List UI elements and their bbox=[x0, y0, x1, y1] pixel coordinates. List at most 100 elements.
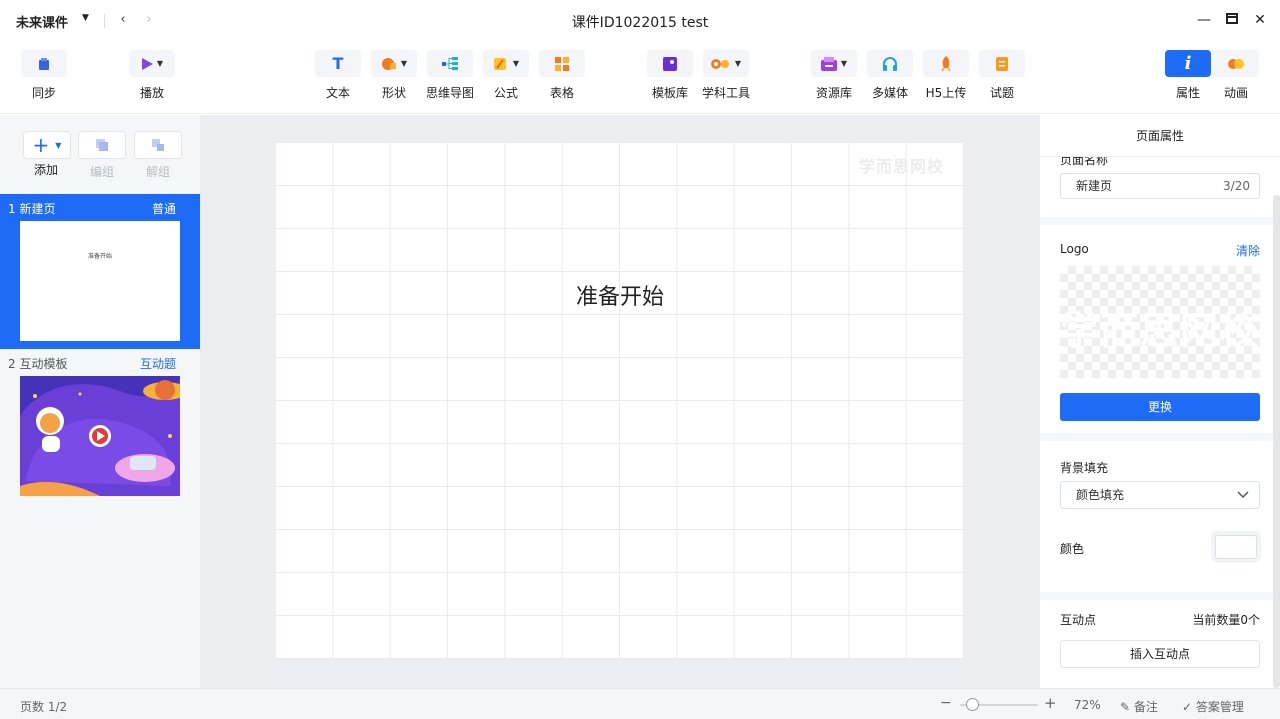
page-name-value: 新建页 bbox=[1076, 179, 1113, 193]
ungroup-icon bbox=[152, 139, 164, 151]
hotspot-label: 互动点 bbox=[1060, 613, 1097, 627]
answer-management-label: 答案管理 bbox=[1195, 700, 1244, 714]
subject-tools-icon bbox=[710, 58, 729, 69]
slide-type-badge: 普通 bbox=[151, 202, 176, 216]
shape-button[interactable]: ▼ 形状 bbox=[368, 50, 420, 110]
mindmap-label: 思维导图 bbox=[425, 86, 474, 100]
canvas-area: 学而思网校 准备开始 bbox=[200, 115, 1040, 688]
char-count: 3/20 bbox=[1223, 179, 1250, 193]
slide-title: 2 互动模板 bbox=[8, 357, 68, 371]
subject-tools-label: 学科工具 bbox=[701, 86, 750, 100]
chevron-down-icon[interactable]: ▼ bbox=[841, 59, 847, 68]
sync-icon bbox=[39, 57, 49, 70]
text-label: 文本 bbox=[325, 86, 350, 100]
thumbnail-text: 准备开始 bbox=[87, 253, 112, 260]
chevron-down-icon[interactable]: ▼ bbox=[735, 59, 741, 68]
resources-icon bbox=[820, 56, 837, 71]
sync-button[interactable]: 同步 bbox=[18, 50, 70, 110]
h5-upload-button[interactable]: H5上传 bbox=[920, 50, 972, 110]
quiz-button[interactable]: 试题 bbox=[976, 50, 1028, 110]
formula-button[interactable]: ▼ 公式 bbox=[480, 50, 532, 110]
scrollbar[interactable] bbox=[1273, 195, 1280, 688]
maximize-icon[interactable] bbox=[1222, 10, 1242, 30]
multimedia-button[interactable]: 多媒体 bbox=[864, 50, 916, 110]
group-label: 编组 bbox=[89, 165, 114, 179]
replace-logo-button[interactable]: 更换 bbox=[1060, 393, 1260, 421]
zoom-level: 72% bbox=[1074, 698, 1101, 712]
add-label: 添加 bbox=[33, 163, 58, 177]
zoom-in-icon[interactable]: + bbox=[1044, 694, 1057, 712]
mindmap-button[interactable]: 思维导图 bbox=[424, 50, 476, 110]
canvas-text[interactable]: 准备开始 bbox=[276, 279, 964, 311]
h5-upload-label: H5上传 bbox=[925, 86, 967, 100]
panel-title: 页面属性 bbox=[1040, 115, 1280, 157]
zoom-out-icon[interactable]: − bbox=[940, 695, 952, 711]
logo-clear-link[interactable]: 清除 bbox=[1236, 242, 1260, 259]
shape-icon bbox=[381, 57, 396, 70]
minimize-icon[interactable]: — bbox=[1194, 10, 1214, 30]
close-icon[interactable]: ✕ bbox=[1250, 10, 1270, 30]
bg-fill-label: 背景填充 bbox=[1060, 461, 1109, 475]
shape-label: 形状 bbox=[381, 86, 406, 100]
insert-hotspot-button[interactable]: 插入互动点 bbox=[1060, 640, 1260, 668]
table-button[interactable]: 表格 bbox=[536, 50, 588, 110]
multimedia-label: 多媒体 bbox=[871, 86, 908, 100]
title-bar: 未来课件 ▼ ‹ › 课件ID1022015 test — ✕ bbox=[0, 0, 1280, 42]
page-name-input[interactable]: 新建页 3/20 bbox=[1060, 173, 1260, 199]
text-button[interactable]: T 文本 bbox=[312, 50, 364, 110]
ungroup-button[interactable] bbox=[134, 131, 182, 159]
table-label: 表格 bbox=[549, 86, 574, 100]
rocket-icon bbox=[941, 55, 951, 72]
play-button[interactable]: ▼ 播放 bbox=[126, 50, 178, 110]
formula-label: 公式 bbox=[493, 86, 518, 100]
hotspot-count: 当前数量0个 bbox=[1192, 613, 1260, 627]
play-icon bbox=[141, 57, 153, 70]
notes-label: 备注 bbox=[1133, 700, 1158, 714]
logo-preview: 学而思网校 bbox=[1060, 266, 1260, 378]
bg-fill-value: 颜色填充 bbox=[1076, 488, 1125, 502]
slide-item-2[interactable]: 2 互动模板 互动题 bbox=[0, 349, 200, 499]
notes-button[interactable]: ✎ 备注 bbox=[1120, 698, 1158, 715]
page-count: 页数 1/2 bbox=[20, 700, 68, 714]
color-swatch[interactable] bbox=[1215, 535, 1257, 559]
answer-management-button[interactable]: ✓ 答案管理 bbox=[1182, 698, 1244, 715]
template-icon bbox=[663, 56, 677, 71]
watermark: 学而思网校 bbox=[858, 157, 944, 176]
animation-button[interactable]: 动画 bbox=[1210, 50, 1262, 110]
slide-canvas[interactable]: 学而思网校 准备开始 bbox=[276, 143, 964, 659]
subject-tools-button[interactable]: ▼ 学科工具 bbox=[700, 50, 752, 110]
formula-icon bbox=[493, 57, 506, 70]
divider bbox=[1040, 433, 1280, 441]
quiz-icon bbox=[996, 56, 1008, 71]
plus-icon: + bbox=[32, 133, 50, 157]
color-label: 颜色 bbox=[1060, 542, 1085, 556]
quiz-label: 试题 bbox=[989, 86, 1014, 100]
slide-panel: + ▼ 添加 编组 解组 1 新建页 普通 准备开始 2 互动模板 互动题 bbox=[0, 115, 200, 688]
bg-fill-select[interactable]: 颜色填充 bbox=[1060, 481, 1260, 509]
chevron-down-icon[interactable]: ▼ bbox=[157, 59, 163, 68]
resources-button[interactable]: ▼ 资源库 bbox=[808, 50, 860, 110]
toolbar: 同步 ▼ 播放 T 文本 ▼ 形状 思维导图 ▼ 公式 表格 模板库 ▼ 学科工… bbox=[0, 42, 1280, 114]
properties-panel: 页面属性 页面名称 新建页 3/20 Logo 清除 学而思网校 更换 背景填充… bbox=[1040, 115, 1280, 688]
status-bar: 页数 1/2 − + 72% ✎ 备注 ✓ 答案管理 bbox=[0, 688, 1280, 719]
headphones-icon bbox=[883, 56, 897, 71]
slide-item-1[interactable]: 1 新建页 普通 准备开始 bbox=[0, 194, 200, 349]
slide-type-badge: 互动题 bbox=[139, 357, 176, 371]
zoom-slider-handle[interactable] bbox=[966, 698, 979, 711]
group-button[interactable] bbox=[78, 131, 126, 159]
document-title: 课件ID1022015 test bbox=[571, 15, 709, 31]
sync-label: 同步 bbox=[31, 86, 56, 100]
slide-thumbnail bbox=[20, 376, 180, 496]
logo-image: 学而思网校 bbox=[1060, 309, 1261, 353]
slide-title: 1 新建页 bbox=[8, 202, 56, 216]
chevron-down-icon[interactable]: ▼ bbox=[55, 141, 61, 150]
chevron-down-icon[interactable]: ▼ bbox=[513, 59, 519, 68]
properties-button[interactable]: i 属性 bbox=[1162, 50, 1214, 110]
ungroup-label: 解组 bbox=[145, 165, 170, 179]
template-library-button[interactable]: 模板库 bbox=[644, 50, 696, 110]
add-button[interactable]: + ▼ bbox=[23, 131, 71, 159]
animation-label: 动画 bbox=[1223, 86, 1248, 100]
play-label: 播放 bbox=[139, 86, 164, 100]
chevron-down-icon[interactable]: ▼ bbox=[401, 59, 407, 68]
group-icon bbox=[96, 139, 108, 151]
